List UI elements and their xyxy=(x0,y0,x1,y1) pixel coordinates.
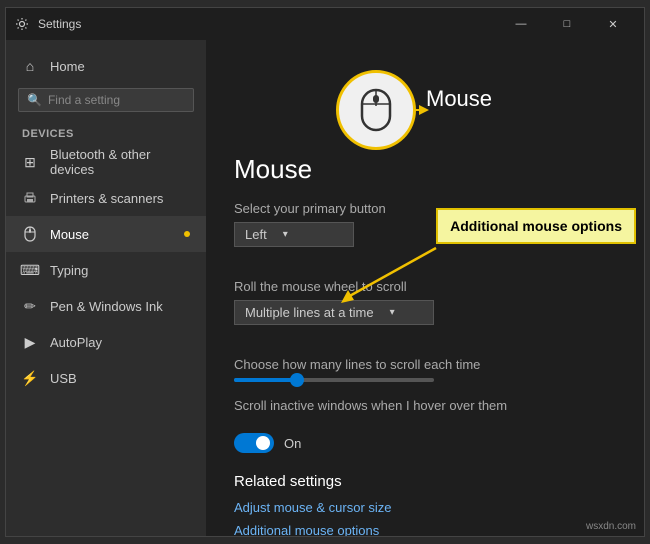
mouse-header-label: Mouse xyxy=(426,86,492,112)
minimize-button[interactable]: — xyxy=(498,8,544,40)
toggle-knob xyxy=(256,436,270,450)
bluetooth-icon: ⊞ xyxy=(22,154,38,170)
mouse-circle-annotation xyxy=(336,70,416,150)
titlebar-title: Settings xyxy=(38,17,81,31)
content-area: ⌂ Home 🔍 Devices ⊞ Bluetooth & other dev… xyxy=(6,40,644,536)
sidebar-home-label: Home xyxy=(50,59,85,74)
main-content: Mouse Mouse Select your primary button L… xyxy=(206,40,644,536)
mouse-icon xyxy=(22,226,38,242)
typing-icon: ⌨ xyxy=(22,262,38,278)
callout-arrow xyxy=(326,238,446,318)
primary-button-value: Left xyxy=(245,227,267,242)
adjust-mouse-link[interactable]: Adjust mouse & cursor size xyxy=(234,500,616,515)
scroll-lines-setting: Choose how many lines to scroll each tim… xyxy=(234,357,616,382)
autoplay-icon: ▶ xyxy=(22,334,38,350)
pen-icon: ✏ xyxy=(22,298,38,314)
settings-titlebar-icon xyxy=(14,16,30,32)
slider-fill xyxy=(234,378,294,382)
callout-box: Additional mouse options xyxy=(436,208,636,244)
sidebar-item-usb[interactable]: ⚡ USB xyxy=(6,360,206,396)
sidebar-autoplay-label: AutoPlay xyxy=(50,335,102,350)
callout-annotation: Additional mouse options xyxy=(436,208,636,244)
sidebar-item-typing[interactable]: ⌨ Typing xyxy=(6,252,206,288)
slider-track[interactable] xyxy=(234,378,434,382)
inactive-scroll-toggle[interactable] xyxy=(234,433,274,453)
sidebar-item-home[interactable]: ⌂ Home xyxy=(6,48,206,84)
inactive-scroll-setting: Scroll inactive windows when I hover ove… xyxy=(234,398,616,413)
titlebar-left: Settings xyxy=(14,16,81,32)
toggle-state-label: On xyxy=(284,436,301,451)
sidebar-item-mouse[interactable]: Mouse xyxy=(6,216,206,252)
printers-icon xyxy=(22,190,38,206)
maximize-button[interactable]: □ xyxy=(544,8,590,40)
sidebar-item-bluetooth[interactable]: ⊞ Bluetooth & other devices xyxy=(6,144,206,180)
search-box[interactable]: 🔍 xyxy=(18,88,194,112)
sidebar-typing-label: Typing xyxy=(50,263,88,278)
sidebar-pen-label: Pen & Windows Ink xyxy=(50,299,163,314)
sidebar-bluetooth-label: Bluetooth & other devices xyxy=(50,147,190,177)
active-dot xyxy=(184,231,190,237)
sidebar-mouse-label: Mouse xyxy=(50,227,89,242)
page-title: Mouse xyxy=(234,154,616,185)
home-icon: ⌂ xyxy=(22,58,38,74)
inactive-scroll-label: Scroll inactive windows when I hover ove… xyxy=(234,398,507,413)
additional-mouse-link[interactable]: Additional mouse options xyxy=(234,523,616,536)
search-icon: 🔍 xyxy=(27,93,42,107)
slider-thumb[interactable] xyxy=(290,373,304,387)
related-settings-title: Related settings xyxy=(234,473,616,490)
close-button[interactable]: ✕ xyxy=(590,8,636,40)
devices-heading: Devices xyxy=(6,124,206,144)
toggle-row: On xyxy=(234,433,616,453)
sidebar-item-autoplay[interactable]: ▶ AutoPlay xyxy=(6,324,206,360)
sidebar: ⌂ Home 🔍 Devices ⊞ Bluetooth & other dev… xyxy=(6,40,206,536)
scroll-lines-label: Choose how many lines to scroll each tim… xyxy=(234,357,616,372)
sidebar-item-printers[interactable]: Printers & scanners xyxy=(6,180,206,216)
scroll-lines-slider-container xyxy=(234,378,616,382)
sidebar-item-pen[interactable]: ✏ Pen & Windows Ink xyxy=(6,288,206,324)
search-input[interactable] xyxy=(48,93,185,107)
related-settings-section: Related settings Adjust mouse & cursor s… xyxy=(234,473,616,536)
settings-window: Settings — □ ✕ ⌂ Home 🔍 Devices ⊞ xyxy=(5,7,645,537)
titlebar: Settings — □ ✕ xyxy=(6,8,644,40)
sidebar-printers-label: Printers & scanners xyxy=(50,191,163,206)
titlebar-controls: — □ ✕ xyxy=(498,8,636,40)
callout-text: Additional mouse options xyxy=(450,218,622,234)
chevron-down-icon: ▾ xyxy=(283,229,288,240)
watermark: wsxdn.com xyxy=(586,521,636,532)
sidebar-usb-label: USB xyxy=(50,371,77,386)
usb-icon: ⚡ xyxy=(22,370,38,386)
